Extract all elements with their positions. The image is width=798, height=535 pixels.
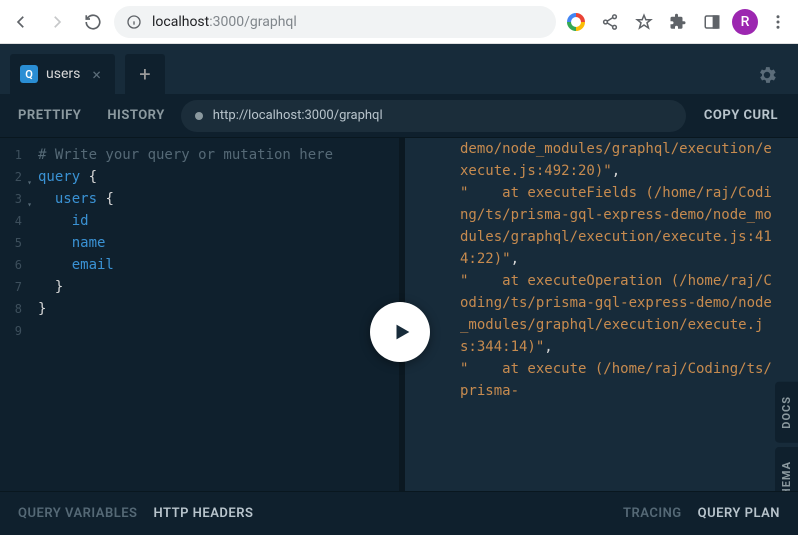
back-button[interactable] [6, 7, 36, 37]
bookmark-icon[interactable] [630, 8, 658, 36]
toolbar: PRETTIFY HISTORY http://localhost:3000/g… [0, 94, 798, 138]
http-headers-tab[interactable]: HTTP HEADERS [154, 506, 254, 521]
endpoint-input[interactable]: http://localhost:3000/graphql [181, 100, 686, 132]
bottom-bar: QUERY VARIABLES HTTP HEADERS TRACING QUE… [0, 491, 798, 535]
query-badge: Q [20, 65, 38, 83]
browser-chrome: localhost:3000/graphql R [0, 0, 798, 44]
tab-label: users [46, 66, 80, 82]
query-variables-tab[interactable]: QUERY VARIABLES [18, 506, 138, 521]
prettify-button[interactable]: PRETTIFY [8, 100, 91, 131]
site-info-icon[interactable] [126, 14, 142, 30]
side-tabs: DOCS SCHEMA [775, 382, 798, 491]
schema-tab[interactable]: SCHEMA [775, 447, 798, 491]
address-bar[interactable]: localhost:3000/graphql [114, 6, 556, 38]
profile-avatar[interactable]: R [732, 9, 758, 35]
history-button[interactable]: HISTORY [97, 100, 174, 131]
reload-button[interactable] [78, 7, 108, 37]
graphql-playground: Q users × + PRETTIFY HISTORY http://loca… [0, 44, 798, 535]
docs-tab[interactable]: DOCS [775, 382, 798, 443]
result-pane[interactable]: demo/node_modules/graphql/execution/exec… [405, 138, 798, 491]
close-tab-icon[interactable]: × [88, 65, 105, 84]
panel-icon[interactable] [698, 8, 726, 36]
tracing-tab[interactable]: TRACING [623, 506, 682, 521]
copy-curl-button[interactable]: COPY CURL [692, 100, 790, 131]
settings-icon[interactable] [756, 64, 778, 90]
extensions-icon[interactable] [664, 8, 692, 36]
execute-button[interactable] [370, 302, 430, 362]
menu-icon[interactable] [764, 8, 792, 36]
endpoint-url: http://localhost:3000/graphql [213, 108, 383, 123]
tab-users[interactable]: Q users × [10, 54, 115, 94]
forward-button[interactable] [42, 7, 72, 37]
query-plan-tab[interactable]: QUERY PLAN [698, 506, 780, 521]
tab-bar: Q users × + [0, 44, 798, 94]
query-editor[interactable]: 1# Write your query or mutation here 2▾q… [0, 138, 399, 491]
workspace: 1# Write your query or mutation here 2▾q… [0, 138, 798, 491]
new-tab-button[interactable]: + [125, 54, 165, 94]
share-icon[interactable] [596, 8, 624, 36]
endpoint-status-icon [195, 112, 203, 120]
url-text: localhost:3000/graphql [152, 14, 297, 30]
google-icon[interactable] [562, 8, 590, 36]
